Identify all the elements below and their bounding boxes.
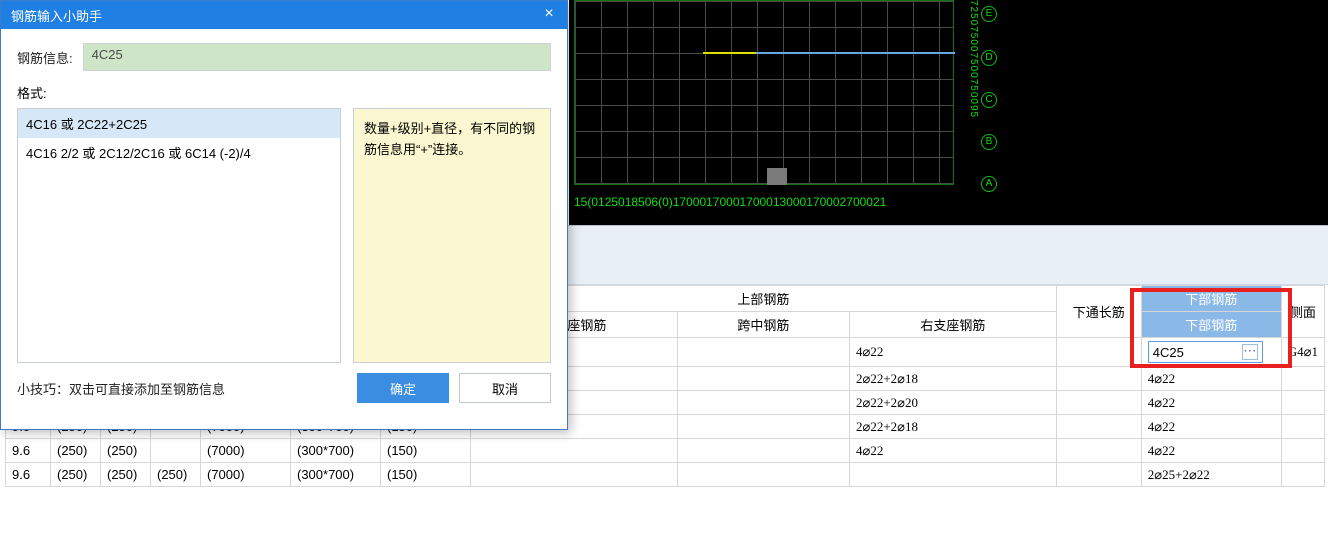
cad-block <box>767 168 787 185</box>
rebar-input-helper-dialog: 钢筋输入小助手 × 钢筋信息: 4C25 格式: 4C16 或 2C22+2C2… <box>0 0 568 430</box>
cad-viewport[interactable]: 15(0125018506(0)170001700017000130001700… <box>569 0 1328 225</box>
cad-line-blue <box>756 52 955 54</box>
th-upper-right[interactable]: 右支座钢筋 <box>850 312 1057 338</box>
cad-bubble-e: E <box>981 6 997 22</box>
cad-bubble-d: D <box>981 50 997 66</box>
rebar-info-input[interactable]: 4C25 <box>83 43 551 71</box>
cancel-button[interactable]: 取消 <box>459 373 551 403</box>
format-label: 格式: <box>17 86 47 101</box>
cad-bubble-b: B <box>981 134 997 150</box>
cad-bubble-c: C <box>981 92 997 108</box>
format-list[interactable]: 4C16 或 2C22+2C25 4C16 2/2 或 2C12/2C16 或 … <box>17 108 341 363</box>
th-lower-through[interactable]: 下通长筋 <box>1056 286 1141 338</box>
annotation-highlight <box>1130 288 1292 368</box>
format-description: 数量+级别+直径，有不同的钢筋信息用“+”连接。 <box>353 108 551 363</box>
dialog-titlebar[interactable]: 钢筋输入小助手 × <box>1 1 567 29</box>
ok-button[interactable]: 确定 <box>357 373 449 403</box>
info-label: 钢筋信息: <box>17 48 73 67</box>
dialog-title: 钢筋输入小助手 <box>11 6 102 25</box>
table-row[interactable]: 9.6(250)(250)(7000) (300*700)(150) 4⌀224… <box>6 439 1325 463</box>
format-list-item[interactable]: 4C16 或 2C22+2C25 <box>18 109 340 138</box>
format-list-item[interactable]: 4C16 2/2 或 2C12/2C16 或 6C14 (-2)/4 <box>18 138 340 167</box>
close-button[interactable]: × <box>531 1 567 29</box>
tip-label: 小技巧：双击可直接添加至钢筋信息 <box>17 379 225 398</box>
cad-grid <box>574 0 954 185</box>
cad-axis-right: 725075007500750095 E D C B A <box>957 0 997 195</box>
cad-axis-bottom-labels: 15(0125018506(0)170001700017000130001700… <box>574 195 954 215</box>
cad-bubble-a: A <box>981 176 997 192</box>
cad-line-yellow <box>703 52 756 54</box>
table-row[interactable]: 9.6(250)(250)(250)(7000) (300*700)(150) … <box>6 463 1325 487</box>
th-upper-mid[interactable]: 跨中钢筋 <box>677 312 849 338</box>
cad-right-ticks: 725075007500750095 <box>968 0 979 118</box>
